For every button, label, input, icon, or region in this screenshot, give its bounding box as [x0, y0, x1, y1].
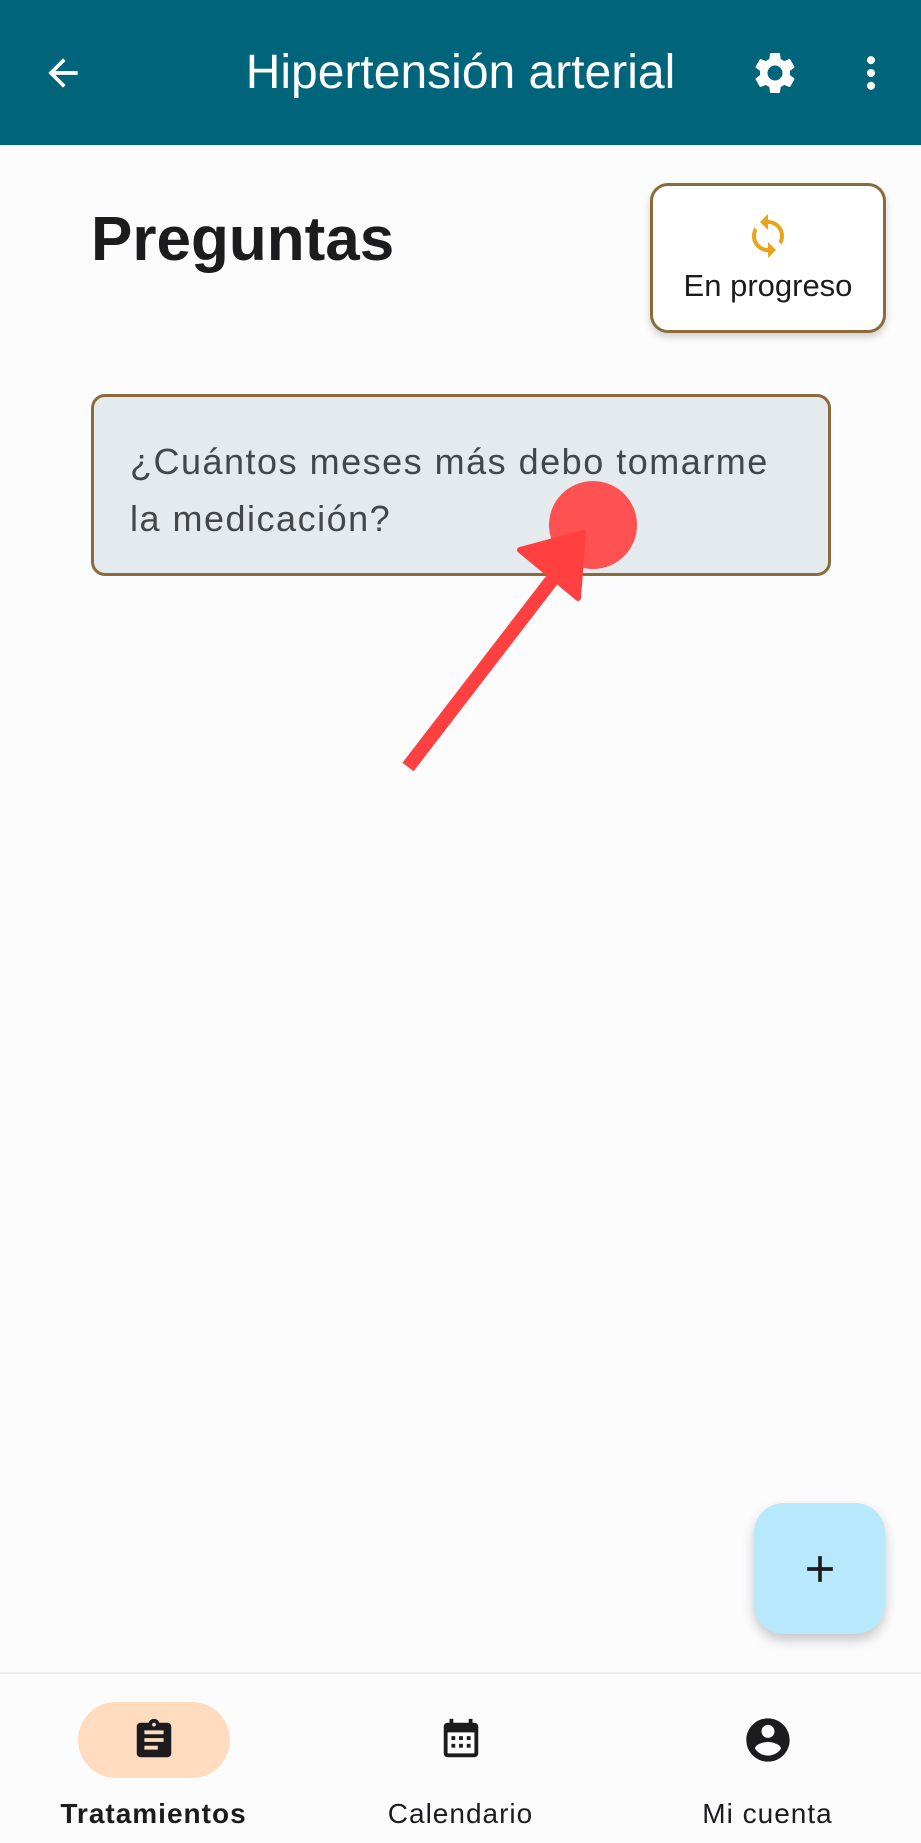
nav-icon-container	[692, 1702, 844, 1778]
app-bar: Hipertensión arterial	[0, 0, 921, 145]
nav-label: Calendario	[387, 1798, 534, 1829]
tap-indicator	[549, 481, 637, 569]
nav-icon-container	[385, 1702, 537, 1778]
bottom-navigation: Tratamientos Calendario Mi cuenta	[0, 1672, 921, 1843]
status-button[interactable]: En progreso	[650, 183, 886, 333]
add-question-button[interactable]	[754, 1503, 885, 1634]
sync-icon	[752, 214, 784, 258]
clipboard-icon	[136, 1718, 171, 1758]
more-vert-icon	[866, 56, 876, 90]
nav-item-tratamientos[interactable]: Tratamientos	[0, 1674, 307, 1843]
status-label: En progreso	[683, 268, 853, 303]
page-title: Preguntas	[91, 205, 395, 274]
nav-item-mi-cuenta[interactable]: Mi cuenta	[614, 1674, 921, 1843]
arrow-left-icon	[48, 58, 78, 88]
question-card[interactable]: ¿Cuántos meses más debo tomarme la medic…	[91, 394, 831, 576]
back-button[interactable]	[30, 40, 96, 106]
nav-label: Tratamientos	[60, 1798, 247, 1829]
plus-icon	[806, 1555, 833, 1582]
nav-label: Mi cuenta	[702, 1798, 833, 1829]
gear-icon	[755, 52, 795, 93]
more-options-button[interactable]	[838, 40, 904, 106]
settings-button[interactable]	[742, 40, 808, 106]
question-text: ¿Cuántos meses más debo tomarme la medic…	[130, 441, 769, 539]
nav-item-calendario[interactable]: Calendario	[307, 1674, 614, 1843]
app-screen: Hipertensión arterial Preguntas En progr…	[0, 0, 921, 1843]
nav-active-indicator	[77, 1702, 230, 1778]
app-bar-title: Hipertensión arterial	[245, 46, 676, 99]
account-circle-icon	[745, 1718, 790, 1762]
calendar-icon	[443, 1718, 478, 1758]
